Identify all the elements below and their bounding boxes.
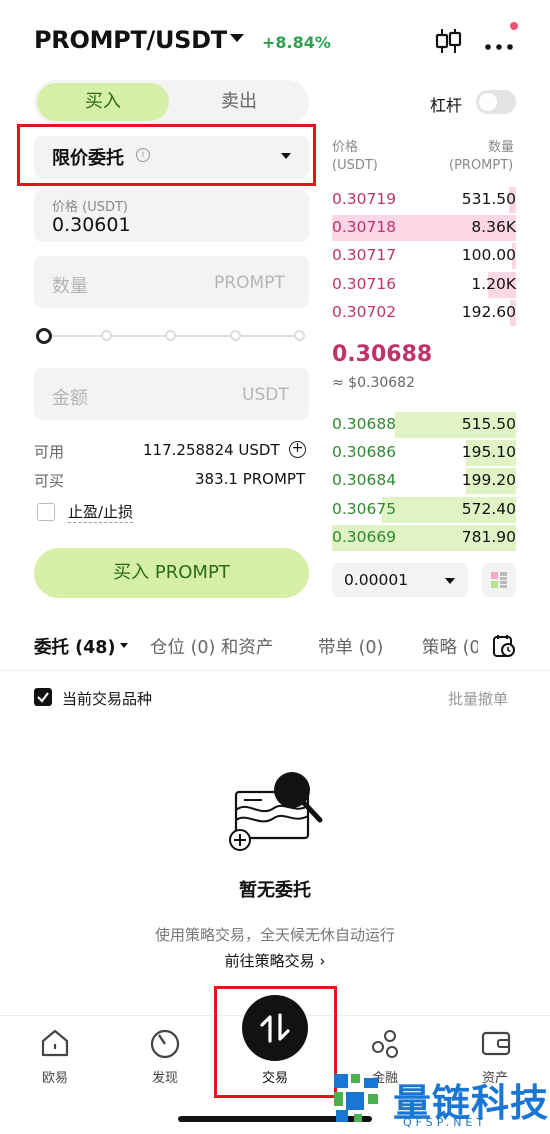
slider-handle[interactable] xyxy=(36,328,52,344)
orderbook-price-unit: (USDT) xyxy=(332,158,378,173)
orderbook-price: 0.30684 xyxy=(332,471,397,490)
orderbook-ask-row[interactable]: 0.30719 531.50 xyxy=(332,187,516,213)
buy-button[interactable]: 买入 PROMPT xyxy=(34,548,309,598)
orderbook-ask-row[interactable]: 0.30718 8.36K xyxy=(332,215,516,242)
leverage-toggle-knob xyxy=(479,93,497,111)
orderbook-qty-header: 数量 xyxy=(488,140,515,155)
current-pair-label[interactable]: 当前交易品种 xyxy=(62,688,152,709)
orderbook-qty: 100.00 xyxy=(461,246,516,265)
slider-stop-100[interactable] xyxy=(294,330,305,341)
orderbook-price: 0.30716 xyxy=(332,274,397,293)
cancel-all-button[interactable]: 批量撤单 xyxy=(448,688,508,709)
tab-orders[interactable]: 委托 (48) xyxy=(34,634,115,659)
price-label: 价格 (USDT) xyxy=(52,200,128,215)
tabs-divider xyxy=(0,670,550,671)
orderbook-bid-row[interactable]: 0.30686 195.10 xyxy=(332,440,516,467)
orderbook-qty: 192.60 xyxy=(461,302,516,321)
orderbook-qty-unit: (PROMPT) xyxy=(449,158,514,173)
pair-dropdown-icon[interactable] xyxy=(230,34,244,42)
empty-state-title: 暂无委托 xyxy=(239,880,311,901)
wallet-icon[interactable] xyxy=(480,1028,512,1062)
orderbook-price: 0.30718 xyxy=(332,218,397,237)
slider-stop-50[interactable] xyxy=(165,330,176,341)
more-menu-icon[interactable] xyxy=(484,36,514,55)
nav-home-label[interactable]: 欧易 xyxy=(15,1067,95,1086)
tpsl-label[interactable]: 止盈/止损 xyxy=(68,501,134,523)
orderbook-ask-row[interactable]: 0.30702 192.60 xyxy=(332,299,516,326)
chevron-down-icon xyxy=(445,578,455,584)
orderbook-price: 0.30719 xyxy=(332,190,397,208)
orderbook-ask-row[interactable]: 0.30716 1.20K xyxy=(332,271,516,298)
notification-dot xyxy=(510,22,518,30)
orderbook-qty: 531.50 xyxy=(461,190,516,208)
orderbook-price: 0.30688 xyxy=(332,415,397,433)
highlight-box-order-type xyxy=(17,124,316,186)
chevron-down-icon[interactable] xyxy=(120,643,128,648)
home-icon[interactable] xyxy=(40,1028,70,1062)
orderbook-qty: 199.20 xyxy=(461,471,516,490)
orderbook-qty: 515.50 xyxy=(461,415,516,433)
orderbook-price: 0.30675 xyxy=(332,499,397,518)
quantity-placeholder: 数量 xyxy=(52,276,88,297)
quantity-unit: PROMPT xyxy=(214,273,285,293)
orderbook-ask-row[interactable]: 0.30717 100.00 xyxy=(332,243,516,270)
current-pair-checkbox[interactable] xyxy=(34,688,52,706)
price-value[interactable]: 0.30601 xyxy=(52,214,131,236)
orderbook-qty: 8.36K xyxy=(471,218,516,237)
orderbook-price: 0.30717 xyxy=(332,246,397,265)
pair-title[interactable]: PROMPT/USDT xyxy=(34,26,227,54)
slider-stop-25[interactable] xyxy=(101,330,112,341)
available-label: 可用 xyxy=(34,443,65,461)
orderbook-price: 0.30686 xyxy=(332,443,397,462)
watermark-logo xyxy=(330,1070,386,1130)
can-buy-label: 可买 xyxy=(34,472,65,490)
tab-sell[interactable]: 卖出 xyxy=(172,83,306,121)
amount-unit: USDT xyxy=(242,385,289,405)
watermark-subtext: QFSP.NET xyxy=(403,1116,488,1129)
empty-orders-illustration xyxy=(228,770,328,856)
tab-copy-trading[interactable]: 带单 (0) xyxy=(318,634,383,659)
orderbook-qty: 572.40 xyxy=(461,499,516,518)
available-value: 117.258824 USDT xyxy=(143,441,280,459)
nav-discover-label[interactable]: 发现 xyxy=(125,1067,205,1086)
tab-strategy[interactable]: 策略 (0) xyxy=(422,634,478,659)
orderbook-layout-icon xyxy=(491,572,507,588)
can-buy-value: 383.1 PROMPT xyxy=(195,470,306,488)
orderbook-qty: 195.10 xyxy=(461,443,516,462)
empty-state-description: 使用策略交易，全天候无休自动运行 xyxy=(154,926,395,944)
candlestick-chart-icon[interactable] xyxy=(434,27,462,59)
orderbook-bid-row[interactable]: 0.30669 781.90 xyxy=(332,524,516,551)
price-change: +8.84% xyxy=(262,33,331,52)
highlight-box-trade xyxy=(214,986,337,1098)
orderbook-price: 0.30702 xyxy=(332,302,397,321)
orderbook-qty: 1.20K xyxy=(471,274,516,293)
orderbook-layout-button[interactable] xyxy=(482,563,516,597)
order-history-icon[interactable] xyxy=(491,633,517,663)
orderbook-qty: 781.90 xyxy=(461,527,516,546)
orderbook-price: 0.30669 xyxy=(332,527,397,546)
finance-icon[interactable] xyxy=(370,1028,402,1064)
tab-buy[interactable]: 买入 xyxy=(37,83,169,121)
tpsl-checkbox[interactable] xyxy=(37,503,55,521)
slider-stop-75[interactable] xyxy=(230,330,241,341)
leverage-label: 杠杆 xyxy=(430,96,463,115)
precision-value: 0.00001 xyxy=(344,571,409,589)
orderbook-bid-row[interactable]: 0.30688 515.50 xyxy=(332,412,516,438)
orderbook-bid-row[interactable]: 0.30675 572.40 xyxy=(332,496,516,523)
strategy-trade-link[interactable]: 前往策略交易 › xyxy=(0,950,550,971)
tab-positions[interactable]: 仓位 (0) 和资产 xyxy=(150,634,273,659)
last-price-usd: ≈ $0.30682 xyxy=(332,375,415,391)
discover-icon[interactable] xyxy=(149,1028,181,1064)
orderbook-price-header: 价格 xyxy=(332,140,359,155)
orderbook-bid-row[interactable]: 0.30684 199.20 xyxy=(332,468,516,495)
last-price: 0.30688 xyxy=(332,342,433,367)
amount-placeholder: 金额 xyxy=(52,388,88,409)
deposit-plus-icon[interactable]: + xyxy=(289,441,306,458)
